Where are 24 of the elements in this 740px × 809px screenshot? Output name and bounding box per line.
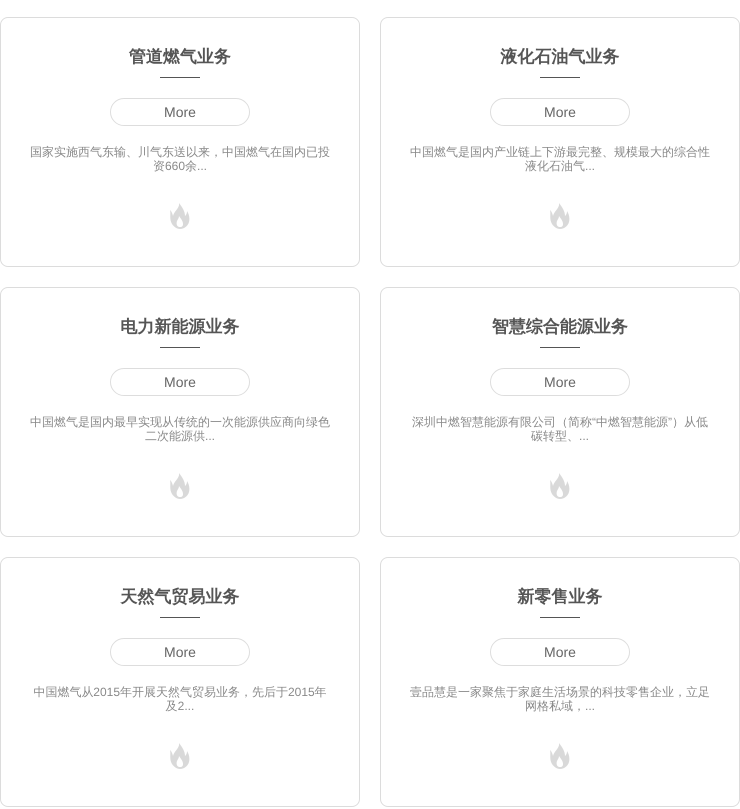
card-description: 中国燃气从2015年开展天然气贸易业务，先后于2015年及2... — [32, 685, 328, 713]
card-description: 中国燃气是国内产业链上下游最完整、规模最大的综合性液化石油气... — [410, 145, 710, 173]
card-title: 电力新能源业务 — [120, 316, 240, 338]
card-title: 智慧综合能源业务 — [492, 316, 628, 338]
more-button[interactable]: More — [110, 98, 250, 126]
more-button[interactable]: More — [490, 368, 630, 396]
more-button[interactable]: More — [110, 368, 250, 396]
card-title: 天然气贸易业务 — [120, 586, 240, 608]
card-title: 新零售业务 — [518, 586, 602, 608]
card-title: 管道燃气业务 — [129, 46, 231, 68]
card-description: 深圳中燃智慧能源有限公司（简称“中燃智慧能源”）从低碳转型、... — [411, 415, 709, 443]
card-title: 液化石油气业务 — [500, 46, 620, 68]
flame-icon — [170, 473, 190, 499]
flame-icon — [550, 743, 570, 769]
flame-icon — [550, 203, 570, 229]
more-button[interactable]: More — [490, 638, 630, 666]
more-button[interactable]: More — [110, 638, 250, 666]
card-description: 中国燃气是国内最早实现从传统的一次能源供应商向绿色二次能源供... — [30, 415, 330, 443]
card-description: 壹品慧是一家聚焦于家庭生活场景的科技零售企业，立足网格私域，... — [410, 685, 710, 713]
more-button[interactable]: More — [490, 98, 630, 126]
flame-icon — [550, 473, 570, 499]
card-description: 国家实施西气东输、川气东送以来，中国燃气在国内已投资660余... — [30, 145, 330, 173]
flame-icon — [170, 203, 190, 229]
flame-icon — [170, 743, 190, 769]
